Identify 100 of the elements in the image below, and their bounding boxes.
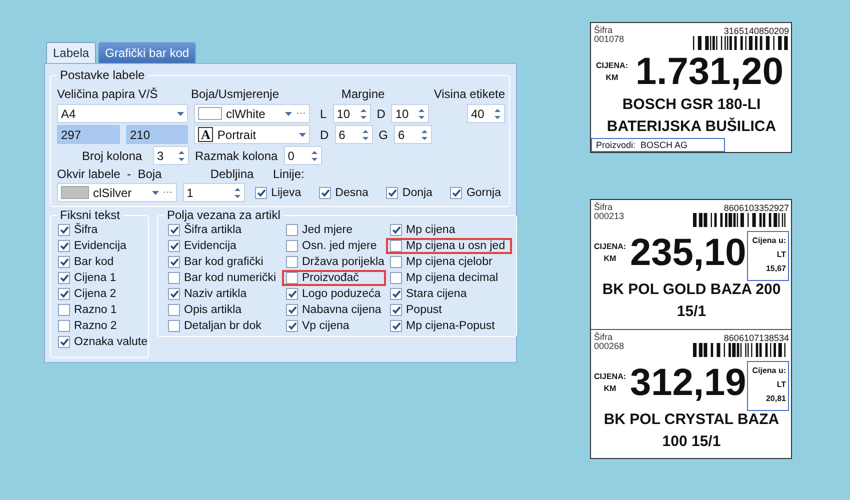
checkbox-item[interactable]: Jed mjere	[282, 222, 386, 238]
checkbox-item[interactable]: Razno 2	[54, 318, 146, 334]
checkbox-item[interactable]: Desna	[315, 184, 372, 200]
spin-field[interactable]: 0	[284, 146, 322, 165]
checkbox-item[interactable]: Popust	[386, 302, 512, 318]
checkbox[interactable]	[286, 240, 298, 252]
checkbox-item[interactable]: Šifra artikla	[164, 222, 282, 238]
spinner-arrows-icon[interactable]	[178, 150, 185, 162]
checkbox[interactable]	[450, 186, 462, 198]
checkbox[interactable]	[58, 304, 70, 316]
checkbox-item[interactable]: Osn. jed mjere	[282, 238, 386, 254]
checkbox[interactable]	[286, 304, 298, 316]
checkbox-item[interactable]: Razno 1	[54, 302, 146, 318]
spin-field[interactable]: 40	[467, 104, 505, 123]
checkbox[interactable]	[58, 256, 70, 268]
checkbox-item[interactable]: Bar kod grafički	[164, 254, 282, 270]
checkbox[interactable]	[286, 256, 298, 268]
checkbox[interactable]	[286, 288, 298, 300]
caret-icon[interactable]	[299, 132, 306, 136]
checkbox[interactable]	[168, 240, 180, 252]
checkbox-item[interactable]: Bar kod numerički	[164, 270, 282, 286]
spinner-arrows-icon[interactable]	[421, 128, 428, 140]
checkbox[interactable]	[168, 304, 180, 316]
checkbox[interactable]	[58, 272, 70, 284]
spin-field[interactable]: 6	[334, 125, 373, 144]
checkbox-label: Logo poduzeća	[302, 288, 381, 300]
checkbox[interactable]	[286, 320, 298, 332]
checkbox-item[interactable]: Proizvođač	[282, 270, 386, 286]
caret-icon[interactable]	[177, 112, 184, 116]
tab[interactable]: Grafički bar kod	[98, 42, 196, 63]
checkbox[interactable]	[390, 304, 402, 316]
checkbox-item[interactable]: Gornja	[446, 184, 505, 200]
currency: KM	[602, 253, 618, 265]
height-field[interactable]: 297	[57, 125, 120, 144]
checkbox[interactable]	[168, 224, 180, 236]
checkbox[interactable]	[286, 224, 298, 236]
checkbox[interactable]	[58, 336, 70, 348]
checkbox-item[interactable]: Naziv artikla	[164, 286, 282, 302]
dropdown-field[interactable]: A4	[57, 104, 188, 123]
checkbox[interactable]	[390, 272, 402, 284]
checkbox[interactable]	[255, 186, 268, 198]
caret-icon[interactable]	[152, 190, 159, 194]
checkbox-item[interactable]: Lijeva	[251, 184, 306, 200]
color-swatch	[198, 107, 222, 120]
checkbox[interactable]	[168, 272, 180, 284]
checkbox[interactable]	[168, 288, 180, 300]
checkbox[interactable]	[319, 186, 332, 198]
checkbox[interactable]	[58, 240, 70, 252]
checkbox-item[interactable]: Oznaka valute	[54, 334, 146, 350]
checkbox[interactable]	[58, 224, 70, 236]
checkbox[interactable]	[390, 224, 402, 236]
checkbox-item[interactable]: Detaljan br dok	[164, 318, 282, 334]
dropdown-field[interactable]: A Portrait	[194, 125, 310, 144]
spinner-arrows-icon[interactable]	[418, 108, 426, 120]
checkbox-item[interactable]: Nabavna cijena	[282, 302, 386, 318]
checkbox[interactable]	[390, 256, 402, 268]
checkbox-item[interactable]: Mp cijena decimal	[386, 270, 512, 286]
checkbox-item[interactable]: Cijena 1	[54, 270, 146, 286]
dropdown-field[interactable]: clWhite ···	[194, 104, 310, 123]
spin-field[interactable]: 10	[332, 104, 371, 123]
checkbox-item[interactable]: Evidencija	[164, 238, 282, 254]
checkbox-item[interactable]: Mp cijena cjelobr	[386, 254, 512, 270]
dropdown-field[interactable]: clSilver ···	[57, 183, 177, 202]
checkbox-item[interactable]: Vp cijena	[282, 318, 386, 334]
checkbox-item[interactable]: Mp cijena u osn jed	[386, 238, 512, 254]
checkbox-item[interactable]: Evidencija	[54, 238, 146, 254]
tab[interactable]: Labela	[46, 42, 96, 64]
spin-field[interactable]: 10	[391, 104, 430, 123]
checkbox-item[interactable]: Logo poduzeća	[282, 286, 386, 302]
spin-field[interactable]: 6	[394, 125, 432, 144]
checkbox-item[interactable]: Mp cijena-Popust	[386, 318, 512, 334]
spin-field[interactable]: 1	[182, 183, 246, 202]
width-field[interactable]: 210	[126, 125, 188, 144]
checkbox-item[interactable]: Cijena 2	[54, 286, 146, 302]
checkbox[interactable]	[390, 288, 402, 300]
checkbox-label: Razno 2	[74, 320, 117, 332]
checkbox[interactable]	[386, 186, 398, 198]
checkbox[interactable]	[58, 288, 70, 300]
checkbox-item[interactable]: Država porijekla	[282, 254, 386, 270]
checkbox[interactable]	[390, 320, 402, 332]
checkbox[interactable]	[390, 240, 402, 252]
checkbox[interactable]	[286, 272, 298, 284]
more-button[interactable]: ···	[162, 187, 173, 198]
checkbox-item[interactable]: Opis artikla	[164, 302, 282, 318]
checkbox[interactable]	[168, 256, 180, 268]
checkbox[interactable]	[58, 320, 70, 332]
caret-icon[interactable]	[285, 112, 292, 116]
spin-field[interactable]: 3	[153, 146, 189, 165]
checkbox-item[interactable]: Šifra	[54, 222, 146, 238]
spinner-arrows-icon[interactable]	[234, 186, 242, 198]
checkbox[interactable]	[168, 320, 180, 332]
checkbox-item[interactable]: Mp cijena	[386, 222, 512, 238]
spinner-arrows-icon[interactable]	[362, 128, 369, 140]
more-button[interactable]: ···	[296, 108, 306, 119]
checkbox-item[interactable]: Donja	[382, 184, 436, 200]
spinner-arrows-icon[interactable]	[360, 108, 367, 120]
spinner-arrows-icon[interactable]	[310, 150, 318, 162]
spinner-arrows-icon[interactable]	[494, 108, 501, 120]
checkbox-item[interactable]: Bar kod	[54, 254, 146, 270]
checkbox-item[interactable]: Stara cijena	[386, 286, 512, 302]
